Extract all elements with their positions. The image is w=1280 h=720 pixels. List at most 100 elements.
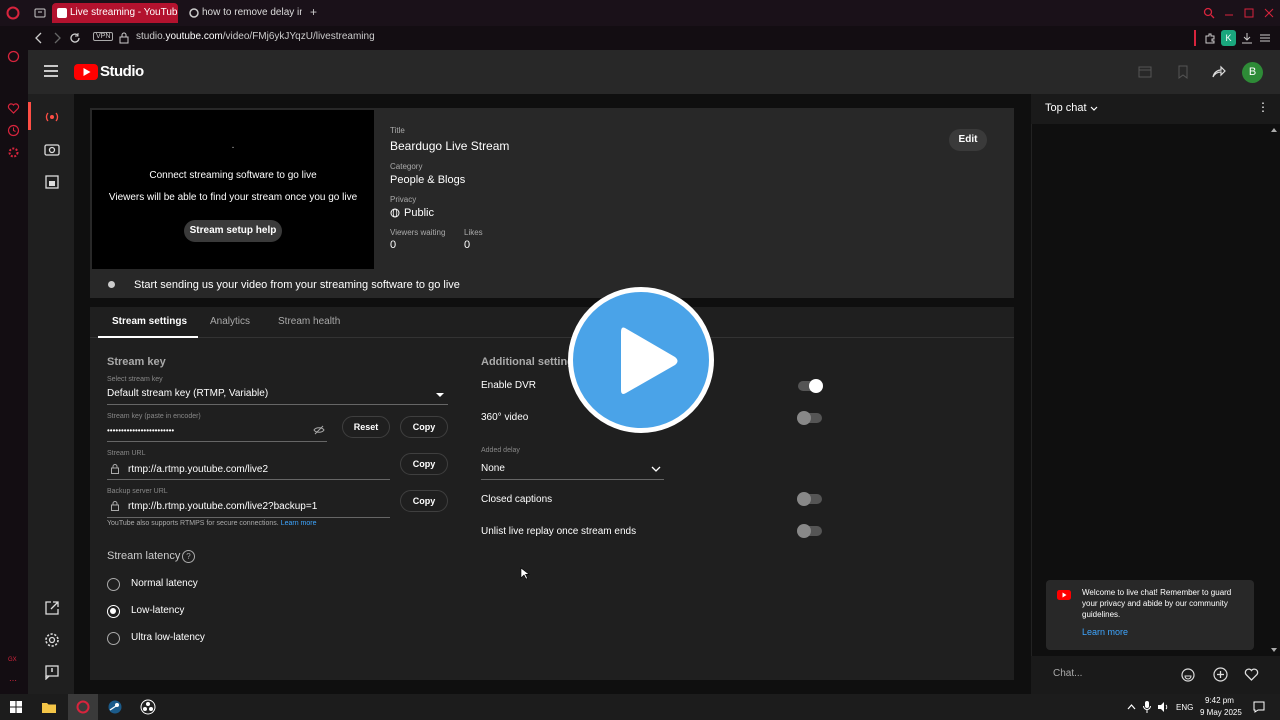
heart-icon[interactable] <box>7 102 20 115</box>
likes-label: Likes <box>464 228 483 237</box>
radio-low-latency[interactable] <box>107 605 120 618</box>
tab-title: Live streaming - YouTube <box>70 7 178 18</box>
captions-toggle[interactable] <box>797 492 822 506</box>
windows-taskbar: ENG 9:42 pm 9 May 2025 <box>0 694 1280 720</box>
notification-icon[interactable] <box>1253 701 1265 713</box>
file-explorer-icon[interactable] <box>42 701 56 713</box>
download-icon[interactable] <box>1241 32 1253 44</box>
video-360-toggle[interactable] <box>797 411 822 425</box>
tab-how-to-remove-delay[interactable]: how to remove delay in yo <box>184 3 302 23</box>
reset-button[interactable]: Reset <box>342 416 390 438</box>
radio-ultra-low-latency[interactable] <box>107 632 120 645</box>
backup-url-input[interactable]: rtmp://b.rtmp.youtube.com/live2?backup=1 <box>128 501 317 512</box>
stream-key-heading: Stream key <box>107 356 166 368</box>
category-label: Category <box>390 162 423 171</box>
stream-latency-heading: Stream latency <box>107 550 181 562</box>
chevron-down-icon[interactable] <box>651 466 661 472</box>
play-button-overlay[interactable] <box>568 287 714 433</box>
learn-more-link[interactable]: Learn more <box>1082 627 1128 637</box>
open-external-icon[interactable] <box>44 600 60 616</box>
ultra-low-latency-label: Ultra low-latency <box>131 632 205 643</box>
taskbar-active-app[interactable] <box>68 694 98 720</box>
browser-tab-bar: Live streaming - YouTube how to remove d… <box>0 0 1280 26</box>
stream-url-input[interactable]: rtmp://a.rtmp.youtube.com/live2 <box>128 464 268 475</box>
maximize-icon[interactable] <box>1243 7 1255 19</box>
heart-reaction-icon[interactable] <box>1244 667 1259 682</box>
share-icon[interactable] <box>1212 65 1226 79</box>
vpn-badge[interactable]: VPN <box>93 32 114 41</box>
dvr-toggle[interactable] <box>798 379 823 393</box>
copy-backup-button[interactable]: Copy <box>400 490 448 512</box>
chat-input[interactable]: Chat... <box>1053 668 1082 679</box>
gx-label[interactable]: GX <box>8 657 17 663</box>
likes-value: 0 <box>464 239 471 251</box>
rtmps-note: YouTube also supports RTMPS for secure c… <box>107 520 317 527</box>
new-tab-button[interactable]: + <box>310 5 317 19</box>
hamburger-menu-icon[interactable] <box>44 65 58 77</box>
chevron-down-icon[interactable] <box>1090 106 1098 112</box>
feedback-icon[interactable] <box>44 664 60 680</box>
field-underline <box>107 404 448 405</box>
messenger-icon[interactable] <box>7 50 20 63</box>
youtube-logo-icon[interactable] <box>74 64 98 80</box>
opera-logo-icon[interactable] <box>6 6 20 20</box>
menu-icon[interactable] <box>1259 32 1271 44</box>
live-stream-icon[interactable] <box>44 109 60 125</box>
copy-key-button[interactable]: Copy <box>400 416 448 438</box>
stream-setup-help-button[interactable]: Stream setup help <box>184 220 282 242</box>
more-icon[interactable]: ⋯ <box>9 676 17 685</box>
top-chat-selector[interactable]: Top chat <box>1045 102 1087 114</box>
theater-mode-icon[interactable] <box>1138 66 1152 78</box>
radio-normal-latency[interactable] <box>107 578 120 591</box>
profile-avatar[interactable]: K <box>1221 30 1236 46</box>
account-avatar[interactable]: B <box>1242 62 1263 83</box>
mouse-cursor-icon <box>520 567 530 580</box>
minimize-icon[interactable] <box>1223 7 1235 19</box>
help-icon[interactable]: ? <box>182 550 195 563</box>
stream-key-select[interactable]: Default stream key (RTMP, Variable) <box>107 388 268 399</box>
bookmark-icon[interactable] <box>1177 65 1189 79</box>
scroll-up-icon[interactable] <box>1270 127 1278 133</box>
manage-calendar-icon[interactable] <box>44 174 60 190</box>
url-field[interactable]: studio.youtube.com/video/FMj6ykJYqzU/liv… <box>136 31 375 42</box>
search-icon[interactable] <box>1203 7 1215 19</box>
scroll-down-icon[interactable] <box>1270 647 1278 653</box>
unlist-replay-toggle[interactable] <box>797 524 822 538</box>
forward-icon[interactable] <box>52 32 62 44</box>
add-icon[interactable] <box>1213 667 1228 682</box>
windows-start-icon[interactable] <box>10 701 22 713</box>
language-indicator[interactable]: ENG <box>1176 703 1193 712</box>
learn-more-link[interactable]: Learn more <box>281 520 317 527</box>
steam-icon[interactable] <box>108 700 122 714</box>
reload-icon[interactable] <box>69 32 81 44</box>
back-icon[interactable] <box>34 32 44 44</box>
low-latency-label: Low-latency <box>131 605 185 616</box>
clock-date[interactable]: 9 May 2025 <box>1200 708 1242 717</box>
history-icon[interactable] <box>7 124 20 137</box>
dropdown-arrow-icon[interactable] <box>436 392 444 398</box>
emoji-icon[interactable] <box>1181 668 1195 682</box>
microphone-icon[interactable] <box>1143 701 1151 713</box>
settings-icon[interactable] <box>7 146 20 159</box>
webcam-icon[interactable] <box>44 142 60 158</box>
extensions-icon[interactable] <box>1204 32 1216 44</box>
tray-chevron-icon[interactable] <box>1127 703 1136 711</box>
obs-icon[interactable] <box>140 699 156 715</box>
tab-stream-health[interactable]: Stream health <box>278 316 340 327</box>
close-icon[interactable] <box>1263 7 1275 19</box>
lock-icon[interactable] <box>119 32 129 44</box>
added-delay-select[interactable]: None <box>481 463 505 474</box>
settings-gear-icon[interactable] <box>44 632 60 648</box>
edit-button[interactable]: Edit <box>949 129 987 151</box>
clock-time[interactable]: 9:42 pm <box>1205 696 1234 705</box>
tab-stream-settings[interactable]: Stream settings <box>112 316 187 327</box>
more-options-icon[interactable]: ⋮ <box>1257 100 1269 114</box>
stream-key-input[interactable]: •••••••••••••••••••••••• <box>107 426 174 435</box>
copy-url-button[interactable]: Copy <box>400 453 448 475</box>
tab-live-streaming[interactable]: Live streaming - YouTube <box>52 3 178 23</box>
tab-analytics[interactable]: Analytics <box>210 316 250 327</box>
visibility-off-icon[interactable] <box>313 425 325 435</box>
volume-icon[interactable] <box>1157 701 1169 713</box>
opera-gx-icon <box>76 700 90 714</box>
tab-islands-icon[interactable] <box>34 8 46 18</box>
